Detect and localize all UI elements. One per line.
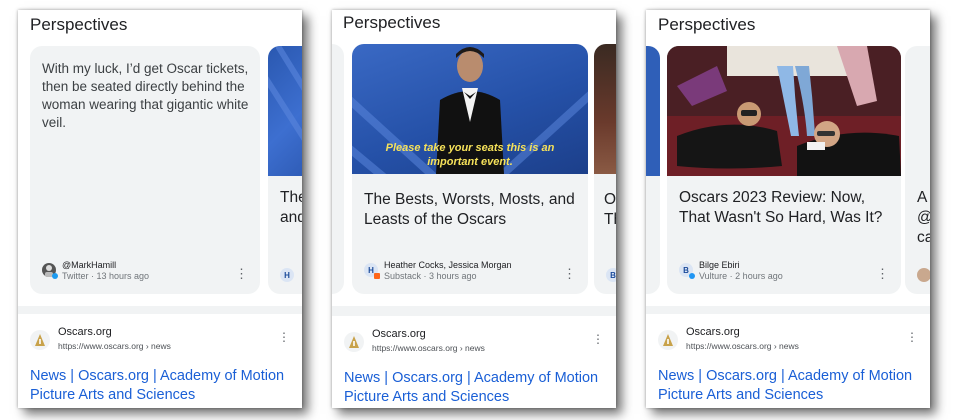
section-title: Perspectives — [343, 13, 441, 32]
card-image — [268, 46, 302, 176]
result-link[interactable]: News | Oscars.org | Academy of Motion Pi… — [30, 367, 294, 405]
search-result: Oscars.org https://www.oscars.org › news… — [646, 314, 930, 408]
result-link-text[interactable]: News | Oscars.org | Academy of Motion Pi… — [658, 368, 912, 403]
card-source: @MarkHamill Twitter · 13 hours ago — [42, 260, 149, 282]
result-site[interactable]: Oscars.org https://www.oscars.org › news — [344, 328, 485, 353]
card-title: The Bests, Worsts, Mosts, and Leasts of … — [364, 191, 575, 228]
search-result: Oscars.org https://www.oscars.org › news… — [18, 314, 302, 408]
panel-3: Perspectives Oscars 2023 Review: Now, Th… — [646, 10, 930, 408]
substack-icon — [374, 273, 380, 279]
result-link[interactable]: News | Oscars.org | Academy of Motion Pi… — [344, 369, 608, 407]
card-author: Heather Cocks, Jessica Morgan — [384, 260, 512, 270]
card-meta: Twitter · 13 hours ago — [62, 271, 150, 281]
more-options-icon[interactable]: ⋮ — [235, 267, 248, 280]
perspectives-section: Perspectives Oscars 2023 Review: Now, Th… — [646, 10, 930, 306]
site-name: Oscars.org — [58, 326, 112, 338]
card-meta: Substack · 3 hours ago — [384, 271, 477, 281]
perspective-card-peek[interactable]: O Th B — [594, 44, 616, 294]
site-url: https://www.oscars.org › news — [686, 341, 799, 351]
peek-title: A @ ca — [917, 189, 930, 246]
result-link[interactable]: News | Oscars.org | Academy of Motion Pi… — [658, 367, 922, 405]
section-title: Perspectives — [30, 15, 128, 34]
card-peek-left — [646, 46, 660, 294]
site-name: Oscars.org — [372, 328, 426, 340]
perspective-card-article[interactable]: Oscars 2023 Review: Now, That Wasn't So … — [667, 46, 901, 294]
author-avatar-icon: H — [364, 263, 380, 279]
card-source: H Heather Cocks, Jessica Morgan Substack… — [364, 260, 512, 282]
site-name: Oscars.org — [686, 326, 740, 338]
result-link-text[interactable]: News | Oscars.org | Academy of Motion Pi… — [30, 368, 284, 403]
perspective-card-peek[interactable]: A @ ca — [905, 46, 930, 294]
more-options-icon[interactable]: ⋮ — [876, 267, 889, 280]
peek-title: O Th — [604, 191, 616, 228]
card-meta: Vulture · 2 hours ago — [699, 271, 783, 281]
oscars-logo-icon — [658, 330, 678, 350]
author-avatar-icon: B — [679, 263, 695, 279]
section-title: Perspectives — [658, 15, 756, 34]
card-peek-left — [332, 44, 344, 294]
twitter-icon — [52, 273, 58, 279]
card-author: Bilge Ebiri — [699, 260, 740, 270]
perspective-card-peek[interactable]: The and H — [268, 46, 302, 294]
site-url: https://www.oscars.org › news — [372, 343, 485, 353]
card-image — [667, 46, 901, 176]
peek-title: The and — [280, 189, 302, 226]
more-options-icon[interactable]: ⋮ — [563, 267, 576, 280]
search-result: Oscars.org https://www.oscars.org › news… — [332, 316, 616, 408]
card-title: Oscars 2023 Review: Now, That Wasn't So … — [679, 189, 883, 226]
result-menu-icon[interactable]: ⋮ — [278, 330, 290, 344]
avatar-icon — [42, 263, 58, 279]
result-menu-icon[interactable]: ⋮ — [906, 330, 918, 344]
result-link-text[interactable]: News | Oscars.org | Academy of Motion Pi… — [344, 370, 598, 405]
panel-1: Perspectives With my luck, I’d get Oscar… — [18, 10, 302, 408]
card-image: Please take your seats this is an import… — [352, 44, 588, 174]
result-menu-icon[interactable]: ⋮ — [592, 332, 604, 346]
panel-2: Perspectives Please take your seats this… — [332, 10, 616, 408]
perspective-card-tweet[interactable]: With my luck, I’d get Oscar tickets, the… — [30, 46, 260, 294]
perspectives-section: Perspectives Please take your seats this… — [332, 10, 616, 306]
perspectives-section: Perspectives With my luck, I’d get Oscar… — [18, 10, 302, 306]
card-image — [646, 46, 660, 176]
card-author: @MarkHamill — [62, 260, 117, 270]
source-avatar-icon: H — [280, 268, 294, 282]
tweet-quote: With my luck, I’d get Oscar tickets, the… — [42, 61, 249, 130]
card-source: B Bilge Ebiri Vulture · 2 hours ago — [679, 260, 783, 282]
result-site[interactable]: Oscars.org https://www.oscars.org › news — [30, 326, 171, 351]
oscars-logo-icon — [344, 332, 364, 352]
vulture-icon — [689, 273, 695, 279]
author-avatar-icon — [917, 268, 930, 282]
oscars-logo-icon — [30, 330, 50, 350]
video-caption: Please take your seats this is an import… — [385, 142, 555, 168]
site-url: https://www.oscars.org › news — [58, 341, 171, 351]
card-image — [594, 44, 616, 174]
source-avatar-icon: B — [606, 268, 616, 282]
result-site[interactable]: Oscars.org https://www.oscars.org › news — [658, 326, 799, 351]
perspective-card-article[interactable]: Please take your seats this is an import… — [352, 44, 588, 294]
